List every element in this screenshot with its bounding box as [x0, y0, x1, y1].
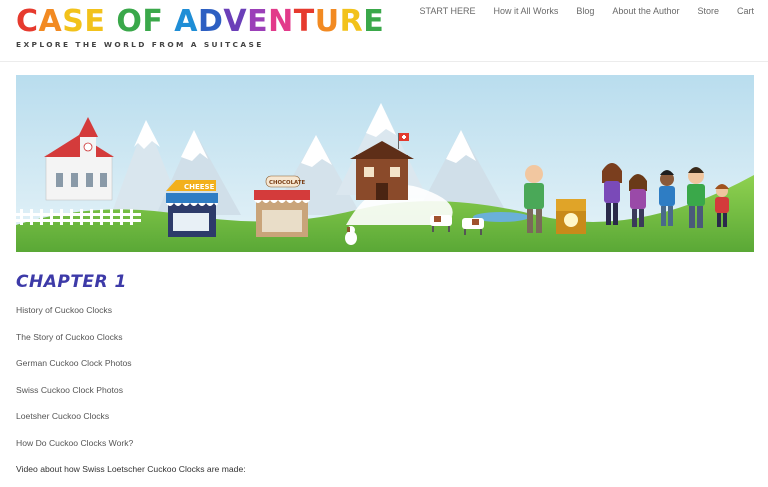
- logo-letter: U: [314, 4, 340, 39]
- logo-letter: E: [84, 4, 106, 39]
- chapter-link[interactable]: German Cuckoo Clock Photos: [16, 358, 132, 368]
- logo-letter: A: [174, 4, 198, 39]
- nav-start-here[interactable]: START HERE: [420, 5, 476, 17]
- hero-banner-illustration: CHEESE CHOCOLATE: [16, 75, 754, 252]
- logo-letter: T: [293, 4, 315, 39]
- list-item: History of Cuckoo Clocks: [16, 304, 736, 316]
- list-item: The Story of Cuckoo Clocks: [16, 331, 736, 343]
- list-item: How Do Cuckoo Clocks Work?: [16, 437, 736, 449]
- logo-letter: E: [247, 4, 269, 39]
- chapter-link[interactable]: The Story of Cuckoo Clocks: [16, 332, 123, 342]
- nav-cart[interactable]: Cart: [737, 5, 754, 17]
- list-item: German Cuckoo Clock Photos: [16, 357, 736, 369]
- cheese-sign: CHEESE: [184, 183, 215, 191]
- banner-scene: CHEESE CHOCOLATE: [16, 75, 754, 252]
- logo-title: CASE OF ADVENTURE: [16, 4, 384, 39]
- chapter-link-list: History of Cuckoo Clocks The Story of Cu…: [16, 304, 736, 449]
- site-header: CASE OF ADVENTURE EXPLORE THE WORLD FROM…: [0, 0, 768, 62]
- logo-letter: A: [38, 4, 63, 39]
- logo-letter: C: [16, 4, 39, 39]
- logo-letter: E: [363, 4, 385, 39]
- chocolate-sign: CHOCOLATE: [269, 180, 305, 186]
- logo-letter: [105, 6, 116, 38]
- chapter-link[interactable]: Loetsher Cuckoo Clocks: [16, 411, 109, 421]
- treasure-chest: [556, 199, 586, 234]
- chapter-heading: CHAPTER 1: [16, 272, 127, 292]
- logo-letter: N: [268, 4, 294, 39]
- logo-tagline: EXPLORE THE WORLD FROM A SUITCASE: [16, 40, 264, 49]
- main-content: CHAPTER 1 History of Cuckoo Clocks The S…: [16, 272, 736, 475]
- logo-letter: F: [142, 4, 164, 39]
- nav-store[interactable]: Store: [697, 5, 719, 17]
- video-description: Video about how Swiss Loetscher Cuckoo C…: [16, 464, 246, 474]
- nav-about-author[interactable]: About the Author: [612, 5, 679, 17]
- chapter-link[interactable]: History of Cuckoo Clocks: [16, 305, 112, 315]
- main-nav: START HERE How it All Works Blog About t…: [402, 5, 754, 17]
- chapter-link[interactable]: How Do Cuckoo Clocks Work?: [16, 438, 133, 448]
- nav-blog[interactable]: Blog: [576, 5, 594, 17]
- logo-letter: [163, 6, 174, 38]
- chapter-link[interactable]: Swiss Cuckoo Clock Photos: [16, 385, 123, 395]
- logo-letter: D: [198, 4, 224, 39]
- logo-letter: O: [116, 4, 143, 39]
- list-item: Swiss Cuckoo Clock Photos: [16, 384, 736, 396]
- logo-letter: S: [62, 4, 85, 39]
- list-item: Loetsher Cuckoo Clocks: [16, 410, 736, 422]
- nav-how-it-works[interactable]: How it All Works: [494, 5, 559, 17]
- logo-letter: V: [223, 4, 248, 39]
- logo-letter: R: [339, 4, 364, 39]
- cheese-shop: CHEESE: [166, 180, 218, 237]
- site-logo[interactable]: CASE OF ADVENTURE EXPLORE THE WORLD FROM…: [16, 4, 384, 52]
